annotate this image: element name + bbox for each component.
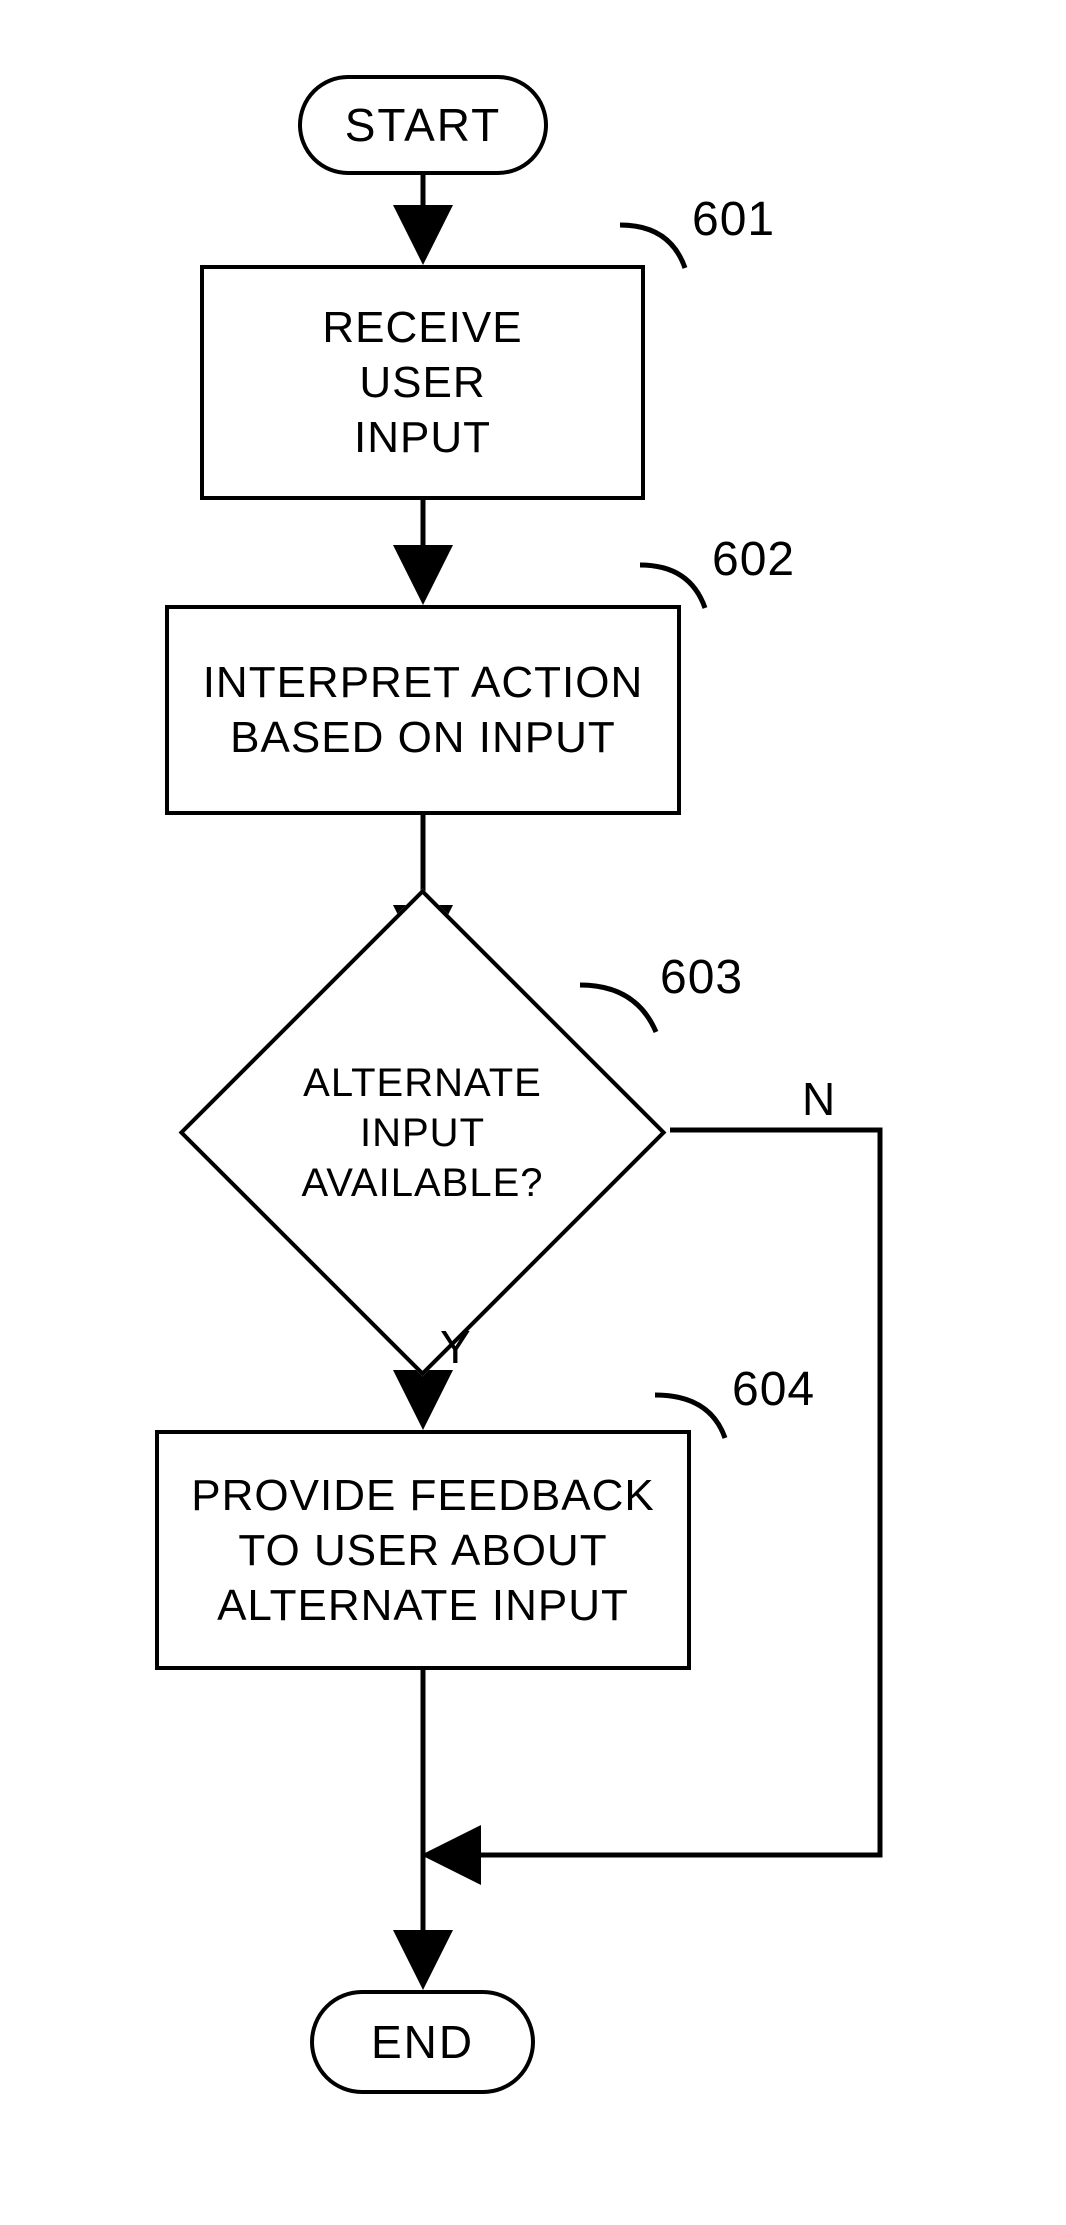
decision-603-yes: Y xyxy=(440,1320,471,1374)
decision-603-no: N xyxy=(802,1072,835,1126)
step-601-text: RECEIVE USER INPUT xyxy=(322,300,522,465)
step-604: PROVIDE FEEDBACK TO USER ABOUT ALTERNATE… xyxy=(155,1430,691,1670)
ref-603: 603 xyxy=(660,950,743,1005)
ref-601: 601 xyxy=(692,192,775,247)
terminator-start: START xyxy=(298,75,548,175)
end-label: END xyxy=(371,2015,474,2069)
decision-603-text: ALTERNATE INPUT AVAILABLE? xyxy=(302,1058,544,1208)
step-601: RECEIVE USER INPUT xyxy=(200,265,645,500)
step-602-text: INTERPRET ACTION BASED ON INPUT xyxy=(203,655,644,765)
terminator-end: END xyxy=(310,1990,535,2094)
ref-604: 604 xyxy=(732,1362,815,1417)
flowchart: START RECEIVE USER INPUT 601 INTERPRET A… xyxy=(0,0,1066,2225)
start-label: START xyxy=(345,98,502,152)
step-604-text: PROVIDE FEEDBACK TO USER ABOUT ALTERNATE… xyxy=(191,1468,654,1633)
ref-602: 602 xyxy=(712,532,795,587)
step-602: INTERPRET ACTION BASED ON INPUT xyxy=(165,605,681,815)
decision-603: ALTERNATE INPUT AVAILABLE? xyxy=(250,960,595,1305)
